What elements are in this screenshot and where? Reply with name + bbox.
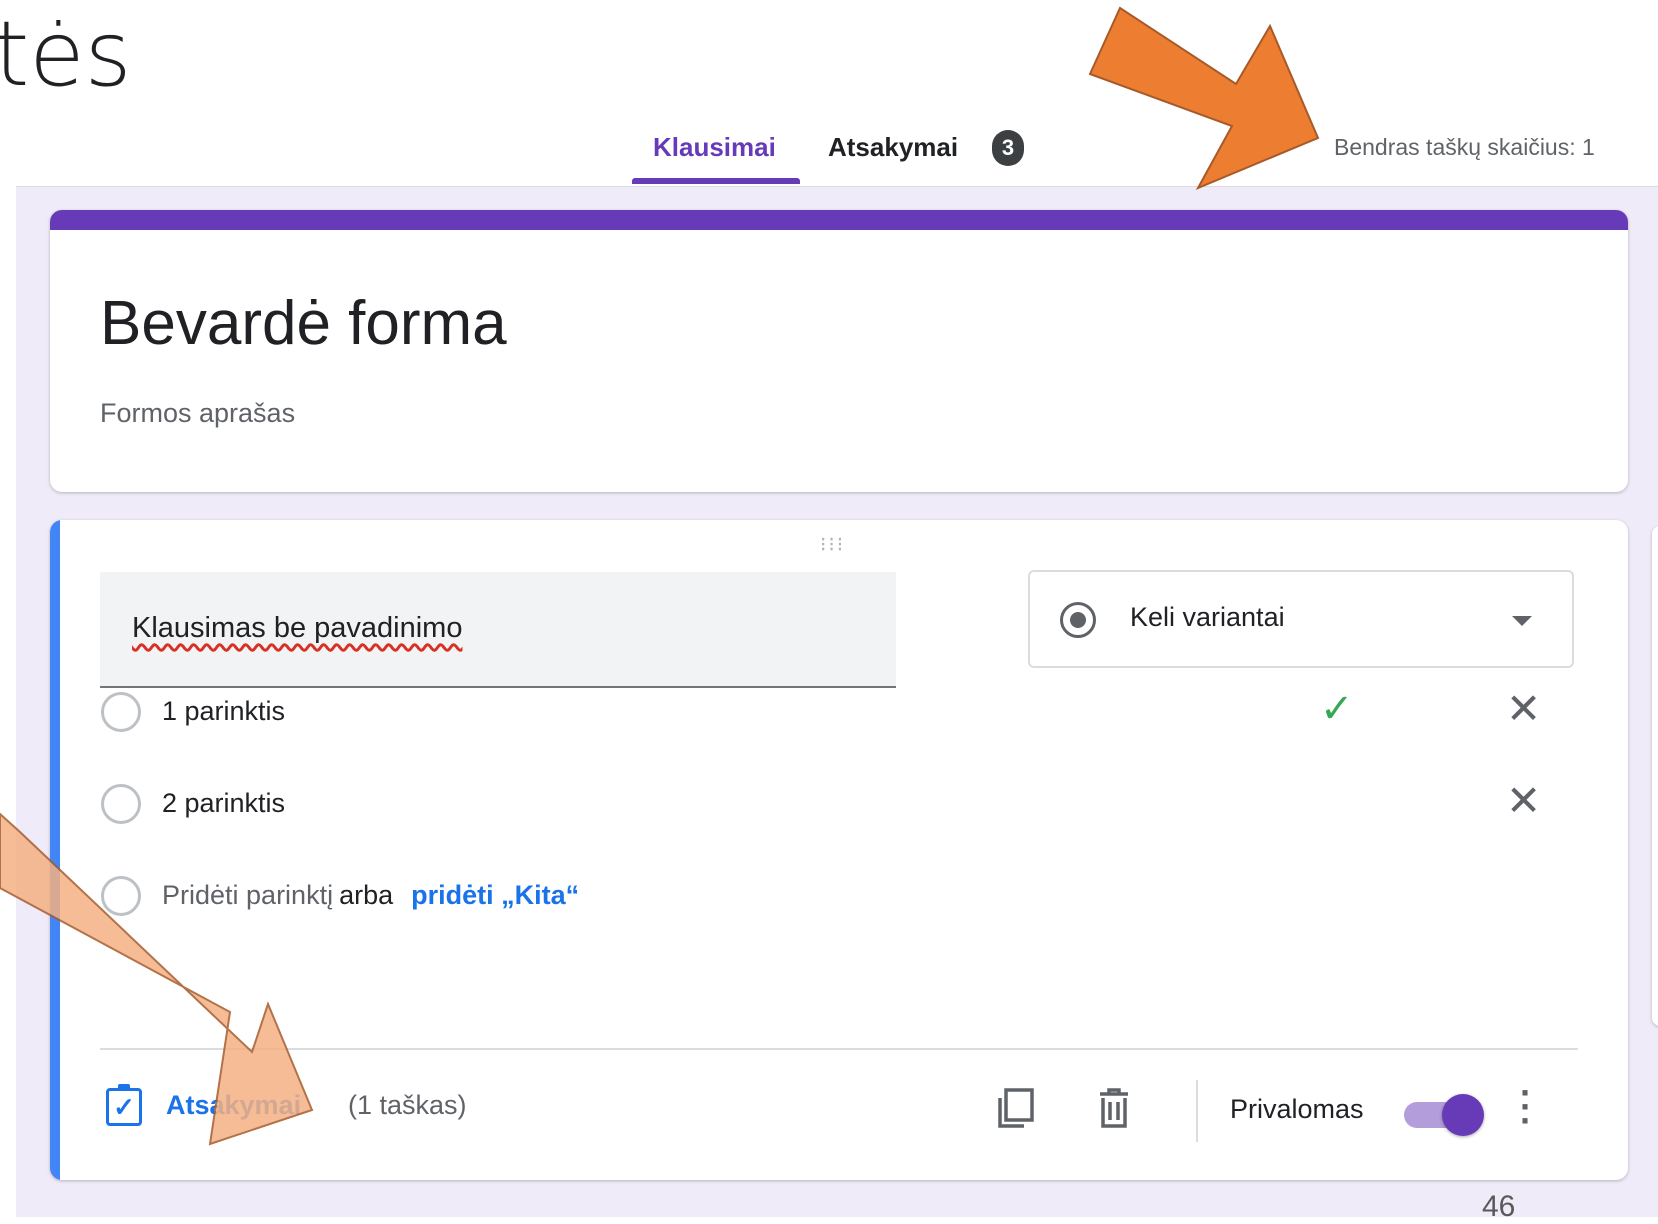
active-tab-indicator (632, 178, 800, 184)
close-icon[interactable]: ✕ (1506, 684, 1541, 733)
option-label[interactable]: 2 parinktis (162, 788, 285, 819)
add-option-link[interactable]: Pridėti parinktį (162, 880, 333, 910)
more-vert-icon[interactable]: · · · (1516, 1075, 1536, 1139)
trash-icon[interactable] (1096, 1086, 1132, 1130)
points-value: (1 taškas) (348, 1090, 467, 1120)
caret-down-icon (1512, 616, 1532, 626)
copy-icon[interactable] (996, 1086, 1036, 1130)
radio-button-icon (1060, 602, 1096, 638)
check-icon[interactable]: ✓ (1320, 686, 1354, 732)
slide-page-number: 46 (1482, 1190, 1516, 1223)
option-label[interactable]: 1 parinktis (162, 696, 285, 727)
answer-key-button[interactable]: Atsakymai (166, 1090, 301, 1121)
option-radio (101, 784, 141, 824)
footer-vertical-divider (1196, 1080, 1198, 1142)
header-accent-bar (50, 210, 1628, 230)
total-points: Bendras taškų skaičius: 1 (1334, 134, 1595, 160)
footer-divider (100, 1048, 1578, 1050)
form-header-card[interactable]: Bevardė forma Formos aprašas (50, 210, 1628, 492)
close-icon[interactable]: ✕ (1506, 776, 1541, 825)
form-description[interactable]: Formos aprašas (100, 398, 295, 429)
tab-questions[interactable]: Klausimai (653, 132, 776, 163)
question-title[interactable]: Klausimas be pavadinimo (132, 612, 462, 645)
question-card[interactable]: ⁝⁝⁝ Klausimas be pavadinimo Keli variant… (50, 520, 1628, 1180)
option-radio (101, 692, 141, 732)
add-other-link[interactable]: pridėti „Kita“ (411, 880, 579, 910)
tab-responses[interactable]: Atsakymai (828, 132, 958, 163)
floating-toolbar (1652, 526, 1658, 1026)
slide-title: tės (0, 2, 132, 107)
annotation-arrow-top-head (1120, 8, 1318, 188)
add-option-row: Pridėti parinktį arba pridėti „Kita“ (162, 880, 579, 911)
annotation-arrow-top-shape (1088, 6, 1320, 191)
drag-handle-icon[interactable]: ⁝⁝⁝ (820, 532, 845, 557)
option-radio (101, 876, 141, 916)
question-title-field[interactable]: Klausimas be pavadinimo (100, 572, 896, 688)
required-label: Privalomas (1230, 1094, 1364, 1124)
question-type-select[interactable]: Keli variantai (1028, 570, 1574, 668)
active-card-indicator (50, 520, 60, 1180)
add-or-text: arba (339, 880, 394, 910)
responses-count-badge: 3 (992, 130, 1024, 166)
question-type-label: Keli variantai (1130, 602, 1285, 632)
required-toggle-knob[interactable] (1442, 1094, 1484, 1136)
clipboard-check-icon[interactable]: ✓ (106, 1084, 142, 1126)
form-title[interactable]: Bevardė forma (100, 288, 507, 359)
